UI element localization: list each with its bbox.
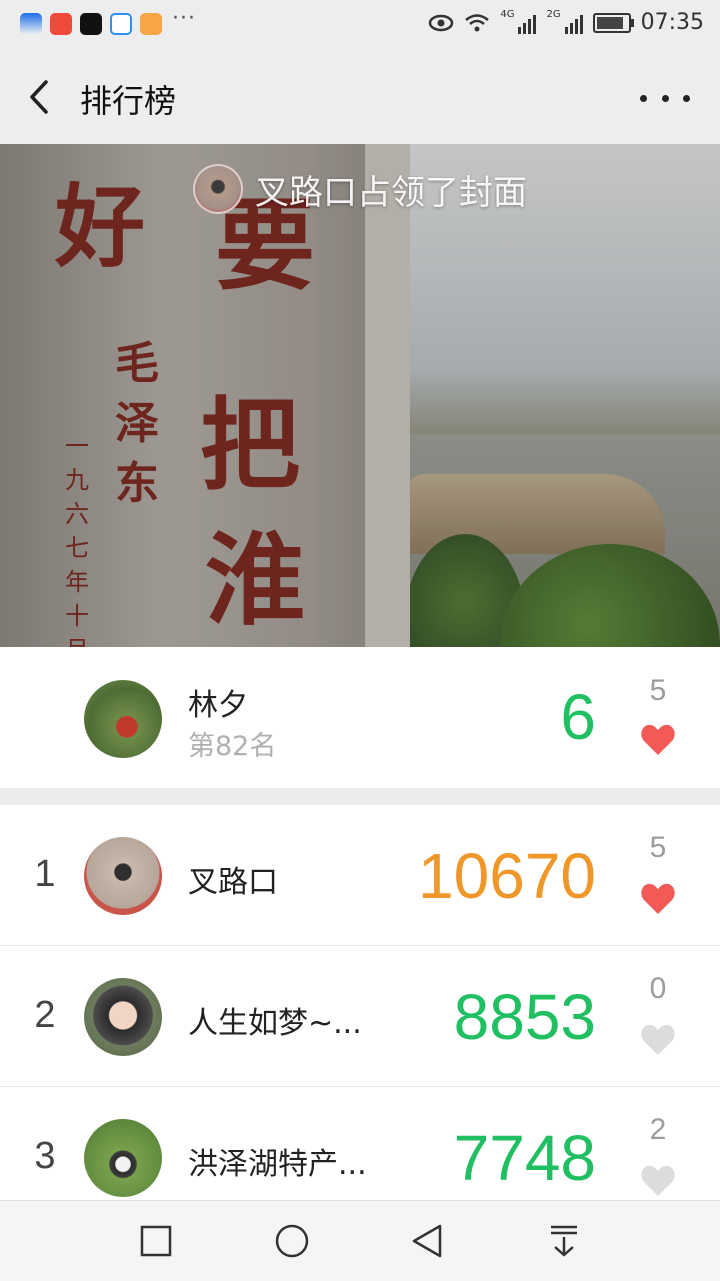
home-icon[interactable] <box>272 1221 312 1261</box>
likes-count: 0 <box>649 972 667 1005</box>
eye-icon <box>429 14 454 31</box>
avatar[interactable] <box>84 1119 162 1197</box>
cover-image: 好 要 把 淮 毛泽东 一九六七年十月 叉路口占领了封面 <box>0 144 720 647</box>
cloud-icon <box>110 13 132 35</box>
rank-number: 3 <box>34 1135 56 1177</box>
rank-number: 1 <box>34 853 56 895</box>
avatar[interactable] <box>84 837 162 915</box>
status-bar: ··· 4G 2G 07:35 <box>0 0 720 50</box>
my-name: 林夕 <box>188 688 248 723</box>
video-icon <box>140 13 162 35</box>
back-button[interactable] <box>22 74 62 120</box>
clock: 07:35 <box>640 10 704 35</box>
heart-icon[interactable] <box>640 723 676 757</box>
step-count: 7748 <box>453 1122 596 1194</box>
app-icon-red <box>50 13 72 35</box>
heart-icon[interactable] <box>640 1023 676 1057</box>
app-header: 排行榜 <box>0 50 720 144</box>
battery-icon <box>592 12 634 33</box>
more-options-button[interactable] <box>640 78 690 118</box>
heart-icon[interactable] <box>640 1164 676 1198</box>
more-notifications-indicator: ··· <box>172 6 196 31</box>
cover-banner-text: 叉路口占领了封面 <box>255 172 527 213</box>
likes-count: 5 <box>649 831 667 864</box>
wifi-icon <box>465 13 490 31</box>
douyin-icon <box>80 13 102 35</box>
table-row[interactable]: 2 人生如梦~... 8853 0 <box>0 946 720 1087</box>
chevron-left-icon <box>30 80 48 114</box>
network-type-2: 2G <box>546 9 561 20</box>
signal-bars-2-icon <box>564 12 583 34</box>
section-divider <box>0 788 720 805</box>
system-navigation-bar <box>0 1200 720 1281</box>
recent-apps-icon[interactable] <box>136 1221 176 1261</box>
step-count: 8853 <box>453 981 596 1053</box>
avatar[interactable] <box>84 680 162 758</box>
signal-bars-1-icon <box>518 12 537 34</box>
back-triangle-icon[interactable] <box>408 1221 448 1261</box>
cover-banner: 叉路口占领了封面 <box>0 164 720 214</box>
avatar[interactable] <box>84 978 162 1056</box>
step-count: 10670 <box>418 840 596 912</box>
table-row[interactable]: 1 叉路口 10670 5 <box>0 805 720 946</box>
page-title: 排行榜 <box>80 82 177 120</box>
network-type-1: 4G <box>500 9 515 20</box>
my-rank-text: 第82名 <box>188 731 277 762</box>
heart-icon[interactable] <box>640 882 676 916</box>
likes-count: 2 <box>649 1113 667 1146</box>
more-horizontal-icon <box>640 94 647 102</box>
user-name: 叉路口 <box>188 865 278 900</box>
notification-icons <box>20 13 162 35</box>
avatar <box>193 164 243 214</box>
my-steps: 6 <box>560 681 596 753</box>
notification-pulldown-icon[interactable] <box>544 1221 584 1261</box>
my-rank-row[interactable]: 林夕 第82名 6 5 <box>0 647 720 788</box>
app-icon-blue <box>20 13 42 35</box>
my-likes-count: 5 <box>649 674 667 707</box>
rank-number: 2 <box>34 994 56 1036</box>
